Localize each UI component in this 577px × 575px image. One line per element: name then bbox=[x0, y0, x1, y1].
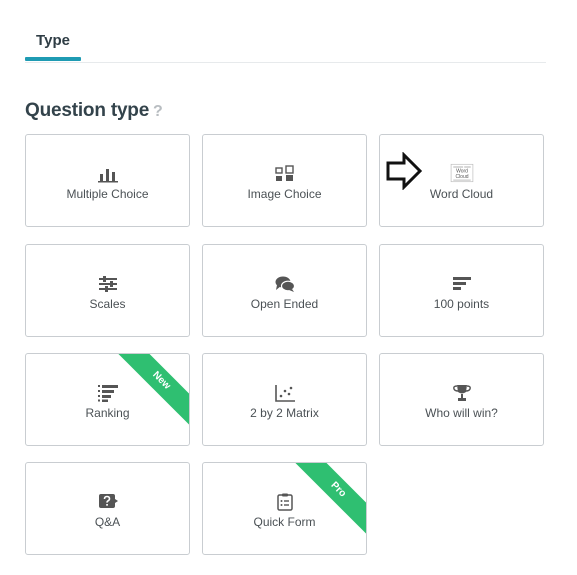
word-cloud-icon: Word Cloud bbox=[450, 163, 473, 183]
card-label: 2 by 2 Matrix bbox=[250, 406, 319, 420]
card-label: 100 points bbox=[433, 297, 490, 311]
card-open-ended[interactable]: Open Ended bbox=[202, 244, 367, 337]
image-choice-icon bbox=[274, 165, 294, 181]
section-title: Question type bbox=[25, 100, 150, 121]
tab-bar: Type bbox=[25, 0, 546, 63]
card-100-points[interactable]: 100 points bbox=[379, 244, 544, 337]
card-who-will-win[interactable]: Who will win? bbox=[379, 353, 544, 446]
card-label: Scales bbox=[89, 297, 126, 311]
sliders-icon bbox=[98, 276, 117, 292]
card-label: Image Choice bbox=[247, 187, 322, 201]
question-bubble-icon bbox=[98, 494, 118, 508]
card-label: Open Ended bbox=[250, 297, 319, 311]
speech-bubbles-icon bbox=[275, 276, 295, 292]
card-label: Q&A bbox=[94, 515, 121, 529]
card-label: Ranking bbox=[85, 406, 130, 420]
pointer-arrow-icon bbox=[386, 152, 423, 190]
trophy-icon bbox=[452, 385, 471, 401]
horizontal-bars-icon bbox=[452, 277, 471, 290]
card-label: Who will win? bbox=[425, 406, 498, 420]
active-tab-indicator bbox=[25, 57, 81, 61]
card-ranking[interactable]: Ranking New bbox=[25, 353, 190, 446]
card-qa[interactable]: Q&A bbox=[25, 462, 190, 555]
card-scales[interactable]: Scales bbox=[25, 244, 190, 337]
bar-chart-icon bbox=[97, 169, 118, 183]
clipboard-icon bbox=[276, 493, 293, 511]
card-2-by-2-matrix[interactable]: 2 by 2 Matrix bbox=[202, 353, 367, 446]
help-icon[interactable]: ? bbox=[153, 103, 167, 121]
card-multiple-choice[interactable]: Multiple Choice bbox=[25, 134, 190, 227]
svg-text:Cloud: Cloud bbox=[455, 174, 468, 180]
ranking-icon bbox=[97, 385, 118, 402]
card-quick-form[interactable]: Quick Form Pro bbox=[202, 462, 367, 555]
card-label: Quick Form bbox=[253, 515, 316, 529]
card-label: Multiple Choice bbox=[66, 187, 149, 201]
card-image-choice[interactable]: Image Choice bbox=[202, 134, 367, 227]
scatter-plot-icon bbox=[274, 385, 295, 402]
